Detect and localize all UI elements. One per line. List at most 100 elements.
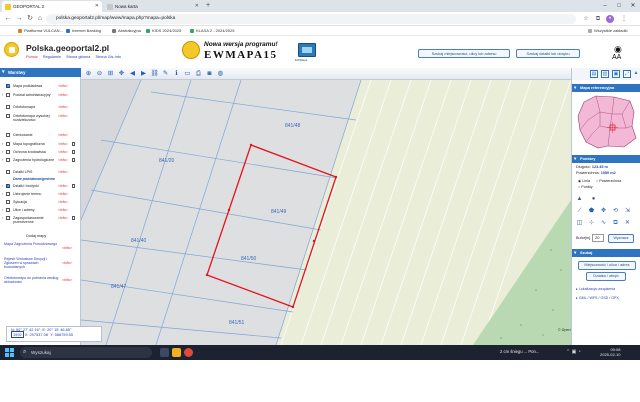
- close-tab-icon[interactable]: ✕: [95, 1, 99, 12]
- select-feature-icon[interactable]: ▲: [576, 196, 583, 203]
- ewmapa-banner[interactable]: Nowa wersja programu! EWMAPA15 EWMapa: [182, 41, 318, 65]
- expand-icon[interactable]: ›: [2, 142, 3, 146]
- chrome-icon[interactable]: [184, 348, 193, 357]
- move-icon[interactable]: ✥: [600, 208, 607, 215]
- link-icon[interactable]: ⛓: [150, 70, 159, 78]
- radio-line[interactable]: ◉ Linia: [578, 179, 590, 183]
- expand-icon[interactable]: ›: [2, 150, 3, 154]
- layer-checkbox[interactable]: [6, 170, 10, 174]
- back-arrow-icon[interactable]: ◀: [128, 70, 137, 78]
- menu-icon[interactable]: ⋮: [620, 15, 628, 23]
- locate-device-link[interactable]: ▸ Lokalizacja urządzenia: [576, 287, 615, 291]
- pencil-icon[interactable]: ✎: [161, 70, 170, 78]
- nav-help-link[interactable]: Pomoc: [26, 55, 38, 59]
- layer-checkbox[interactable]: [6, 114, 10, 118]
- task-view-icon[interactable]: [160, 348, 169, 357]
- layers-panel-header[interactable]: Warstwy: [0, 68, 81, 77]
- all-bookmarks[interactable]: Wszystkie zakładki: [588, 26, 628, 36]
- refmap-header[interactable]: Mapa referencyjna: [572, 84, 640, 92]
- measure-icon[interactable]: ▭: [183, 70, 192, 78]
- expand-icon[interactable]: ›: [2, 192, 3, 196]
- draw-point-icon[interactable]: ●: [590, 196, 597, 203]
- layer-info-link[interactable]: <Info>: [58, 142, 68, 146]
- layer-checkbox[interactable]: [6, 216, 10, 220]
- layer-info-link[interactable]: <Info>: [58, 158, 68, 162]
- layer-info-link[interactable]: <Info>: [58, 216, 68, 220]
- home-icon[interactable]: ⌂: [35, 14, 45, 24]
- expand-icon[interactable]: ›: [2, 216, 3, 220]
- weather-widget[interactable]: 2 cm śniegu ... Pon...: [500, 349, 539, 354]
- star-icon[interactable]: ☆: [582, 15, 590, 23]
- flood-map-link[interactable]: Mapa Zagrożenia Powodziowego: [4, 242, 60, 246]
- legend-doc-icon[interactable]: [72, 150, 75, 154]
- delete-icon[interactable]: ✕: [624, 220, 631, 227]
- window-icon[interactable]: ▣: [612, 70, 620, 78]
- legend-doc-icon[interactable]: [72, 216, 75, 220]
- radio-points[interactable]: ○ Punkty: [578, 185, 593, 189]
- font-size-button[interactable]: AA: [612, 54, 621, 61]
- layer-checkbox[interactable]: [6, 150, 10, 154]
- pan-icon[interactable]: ✥: [117, 70, 126, 78]
- radio-area[interactable]: ○ Powierzchnia: [596, 179, 621, 183]
- search-header[interactable]: Szukaj: [572, 249, 640, 257]
- draw-line-icon[interactable]: ⟋: [576, 208, 583, 215]
- layer-info-link[interactable]: <Info>: [58, 170, 68, 174]
- layer-info-link[interactable]: <Info>: [58, 133, 68, 137]
- layer-checkbox[interactable]: [6, 142, 10, 146]
- layer-checkbox[interactable]: [6, 200, 10, 204]
- reference-map[interactable]: [574, 92, 639, 152]
- layer-info-link[interactable]: <Info>: [58, 184, 68, 188]
- globe-tool-icon[interactable]: ◍: [216, 70, 225, 78]
- layer-info-link[interactable]: <Info>: [58, 84, 68, 88]
- camera-icon[interactable]: ◙: [205, 70, 214, 78]
- snap-icon[interactable]: ⊹: [588, 220, 595, 227]
- gml-import-link[interactable]: ▸ GML / WFS / GSD / GPX: [576, 296, 619, 300]
- legend-doc-icon[interactable]: [72, 158, 75, 162]
- geoportal-logo[interactable]: [4, 42, 19, 57]
- close-window-icon[interactable]: ✕: [626, 0, 640, 12]
- scale-icon[interactable]: ⇲: [624, 208, 631, 215]
- taskbar-search[interactable]: Wyszukaj: [20, 347, 152, 358]
- zoom-in-icon[interactable]: ⊕: [84, 70, 93, 78]
- zoom-out-icon[interactable]: ⊖: [95, 70, 104, 78]
- ortho-download-info[interactable]: <Info>: [62, 278, 72, 282]
- back-icon[interactable]: ←: [3, 14, 13, 24]
- measure-header[interactable]: Pomiary: [572, 155, 640, 163]
- search-parcel-button[interactable]: Szukaj działki lub obrębu: [516, 49, 580, 58]
- bookmark-item[interactable]: KLASA 2 - 2024/2025: [190, 26, 234, 36]
- zoom-box-icon[interactable]: ⊞: [106, 70, 115, 78]
- nav-home-link[interactable]: Strona główna: [66, 55, 90, 59]
- layer-checkbox[interactable]: [6, 158, 10, 162]
- map-svg[interactable]: 841/48 841/20 841/49 841/40 841/50 841/4…: [81, 79, 571, 345]
- tab-new[interactable]: Nowa karta ✕: [104, 1, 202, 12]
- add-maps-button[interactable]: Dodaj mapy: [26, 234, 46, 238]
- layer-checkbox[interactable]: [6, 84, 10, 88]
- bookmark-item[interactable]: Internet Banking: [66, 26, 101, 36]
- tab-geoportal[interactable]: GEOPORTAL 2 ✕: [2, 1, 102, 12]
- buffer-compute-button[interactable]: Wyznacz: [608, 234, 634, 243]
- profile-avatar[interactable]: •: [606, 15, 614, 23]
- layer-info-link[interactable]: <Info>: [58, 150, 68, 154]
- layer-checkbox[interactable]: [6, 133, 10, 137]
- reload-icon[interactable]: ↻: [25, 14, 35, 24]
- close-tab-icon[interactable]: ✕: [195, 1, 199, 12]
- panel-icon[interactable]: ▥: [601, 70, 609, 78]
- maximize-icon[interactable]: □: [612, 0, 626, 12]
- coord-system[interactable]: 1992: [11, 331, 24, 338]
- layer-checkbox[interactable]: [6, 93, 10, 97]
- building-register-link[interactable]: Rejestr Wniosków Decyzji i Zgłoszeń w sp…: [4, 257, 60, 269]
- system-tray-icons[interactable]: ⌃ ▣ ◔: [566, 349, 581, 355]
- bookmark-item[interactable]: Plattforma VULCAN...: [18, 26, 63, 36]
- layer-info-link[interactable]: <Info>: [58, 114, 68, 118]
- legend-doc-icon[interactable]: [72, 184, 75, 188]
- clock[interactable]: 09:08 2025-02-10: [600, 347, 620, 357]
- flood-map-info[interactable]: <Info>: [62, 246, 72, 250]
- search-address-button[interactable]: Szukaj miejscowości, ulicy lub adresu: [418, 49, 510, 58]
- buffer-input[interactable]: 20: [592, 234, 604, 242]
- building-register-info[interactable]: <Info>: [62, 261, 72, 265]
- layer-checkbox[interactable]: [6, 192, 10, 196]
- layer-checkbox[interactable]: [6, 208, 10, 212]
- url-input[interactable]: polska.geoportal2.pl/map/www/mapa.php?ma…: [46, 14, 576, 24]
- draw-polygon-icon[interactable]: ⬟: [588, 208, 595, 215]
- layer-checkbox[interactable]: [6, 105, 10, 109]
